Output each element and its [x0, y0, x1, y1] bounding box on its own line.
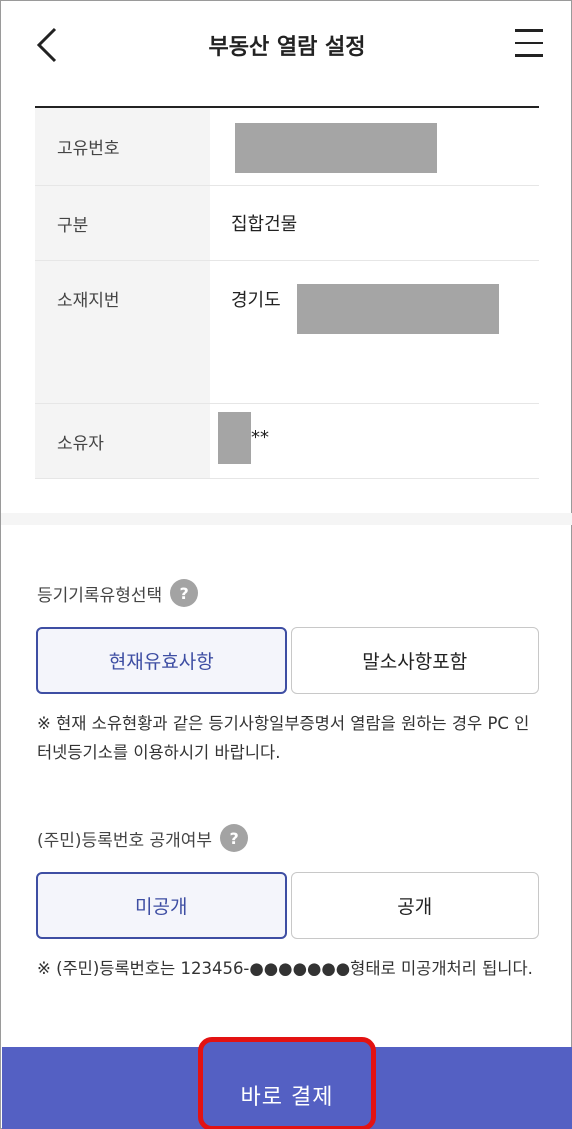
unique-number-label: 고유번호	[35, 108, 210, 185]
menu-button[interactable]	[515, 29, 543, 61]
table-row-owner: 소유자 **	[35, 404, 539, 479]
table-row-category: 구분 집합건물	[35, 186, 539, 261]
pay-now-button[interactable]: 바로 결제	[198, 1037, 376, 1129]
category-value: 집합건물	[231, 214, 298, 235]
redacted-block	[218, 412, 251, 464]
id-disclosure-toggle: 미공개 공개	[36, 872, 539, 939]
property-info-table: 고유번호 구분 집합건물 소재지번 경기도 소유자 **	[35, 106, 539, 479]
section-divider	[1, 513, 572, 525]
option-undisclosed[interactable]: 미공개	[36, 872, 287, 939]
owner-value: **	[210, 404, 539, 478]
app-frame: 부동산 열람 설정 고유번호 구분 집합건물 소재지번 경기도 소유자 ** 등…	[0, 0, 572, 1129]
id-disclosure-note: ※ (주민)등록번호는 123456-●●●●●●●형태로 미공개처리 됩니다.	[37, 959, 533, 978]
option-disclosed[interactable]: 공개	[290, 872, 539, 939]
owner-label: 소유자	[35, 404, 210, 478]
category-label: 구분	[35, 186, 210, 260]
page-title: 부동산 열람 설정	[208, 35, 366, 60]
table-row-unique-number: 고유번호	[35, 108, 539, 186]
help-icon[interactable]: ?	[170, 579, 199, 607]
unique-number-value	[210, 108, 539, 185]
redacted-block	[297, 284, 499, 334]
record-type-label: 등기기록유형선택 ?	[37, 579, 199, 607]
redacted-block	[235, 123, 437, 173]
table-row-address: 소재지번 경기도	[35, 261, 539, 404]
header: 부동산 열람 설정	[1, 1, 572, 91]
address-label: 소재지번	[35, 261, 210, 403]
record-type-toggle: 현재유효사항 말소사항포함	[36, 627, 539, 694]
payment-bar: 바로 결제	[2, 1037, 572, 1129]
option-current-valid[interactable]: 현재유효사항	[36, 627, 287, 694]
record-type-note: ※ 현재 소유현황과 같은 등기사항일부증명서 열람을 원하는 경우 PC 인터…	[37, 714, 530, 762]
address-value: 경기도	[210, 261, 539, 403]
help-icon[interactable]: ?	[220, 824, 249, 852]
option-include-cancelled[interactable]: 말소사항포함	[290, 627, 539, 694]
menu-icon	[515, 29, 543, 32]
id-disclosure-label: (주민)등록번호 공개여부 ?	[37, 824, 249, 852]
